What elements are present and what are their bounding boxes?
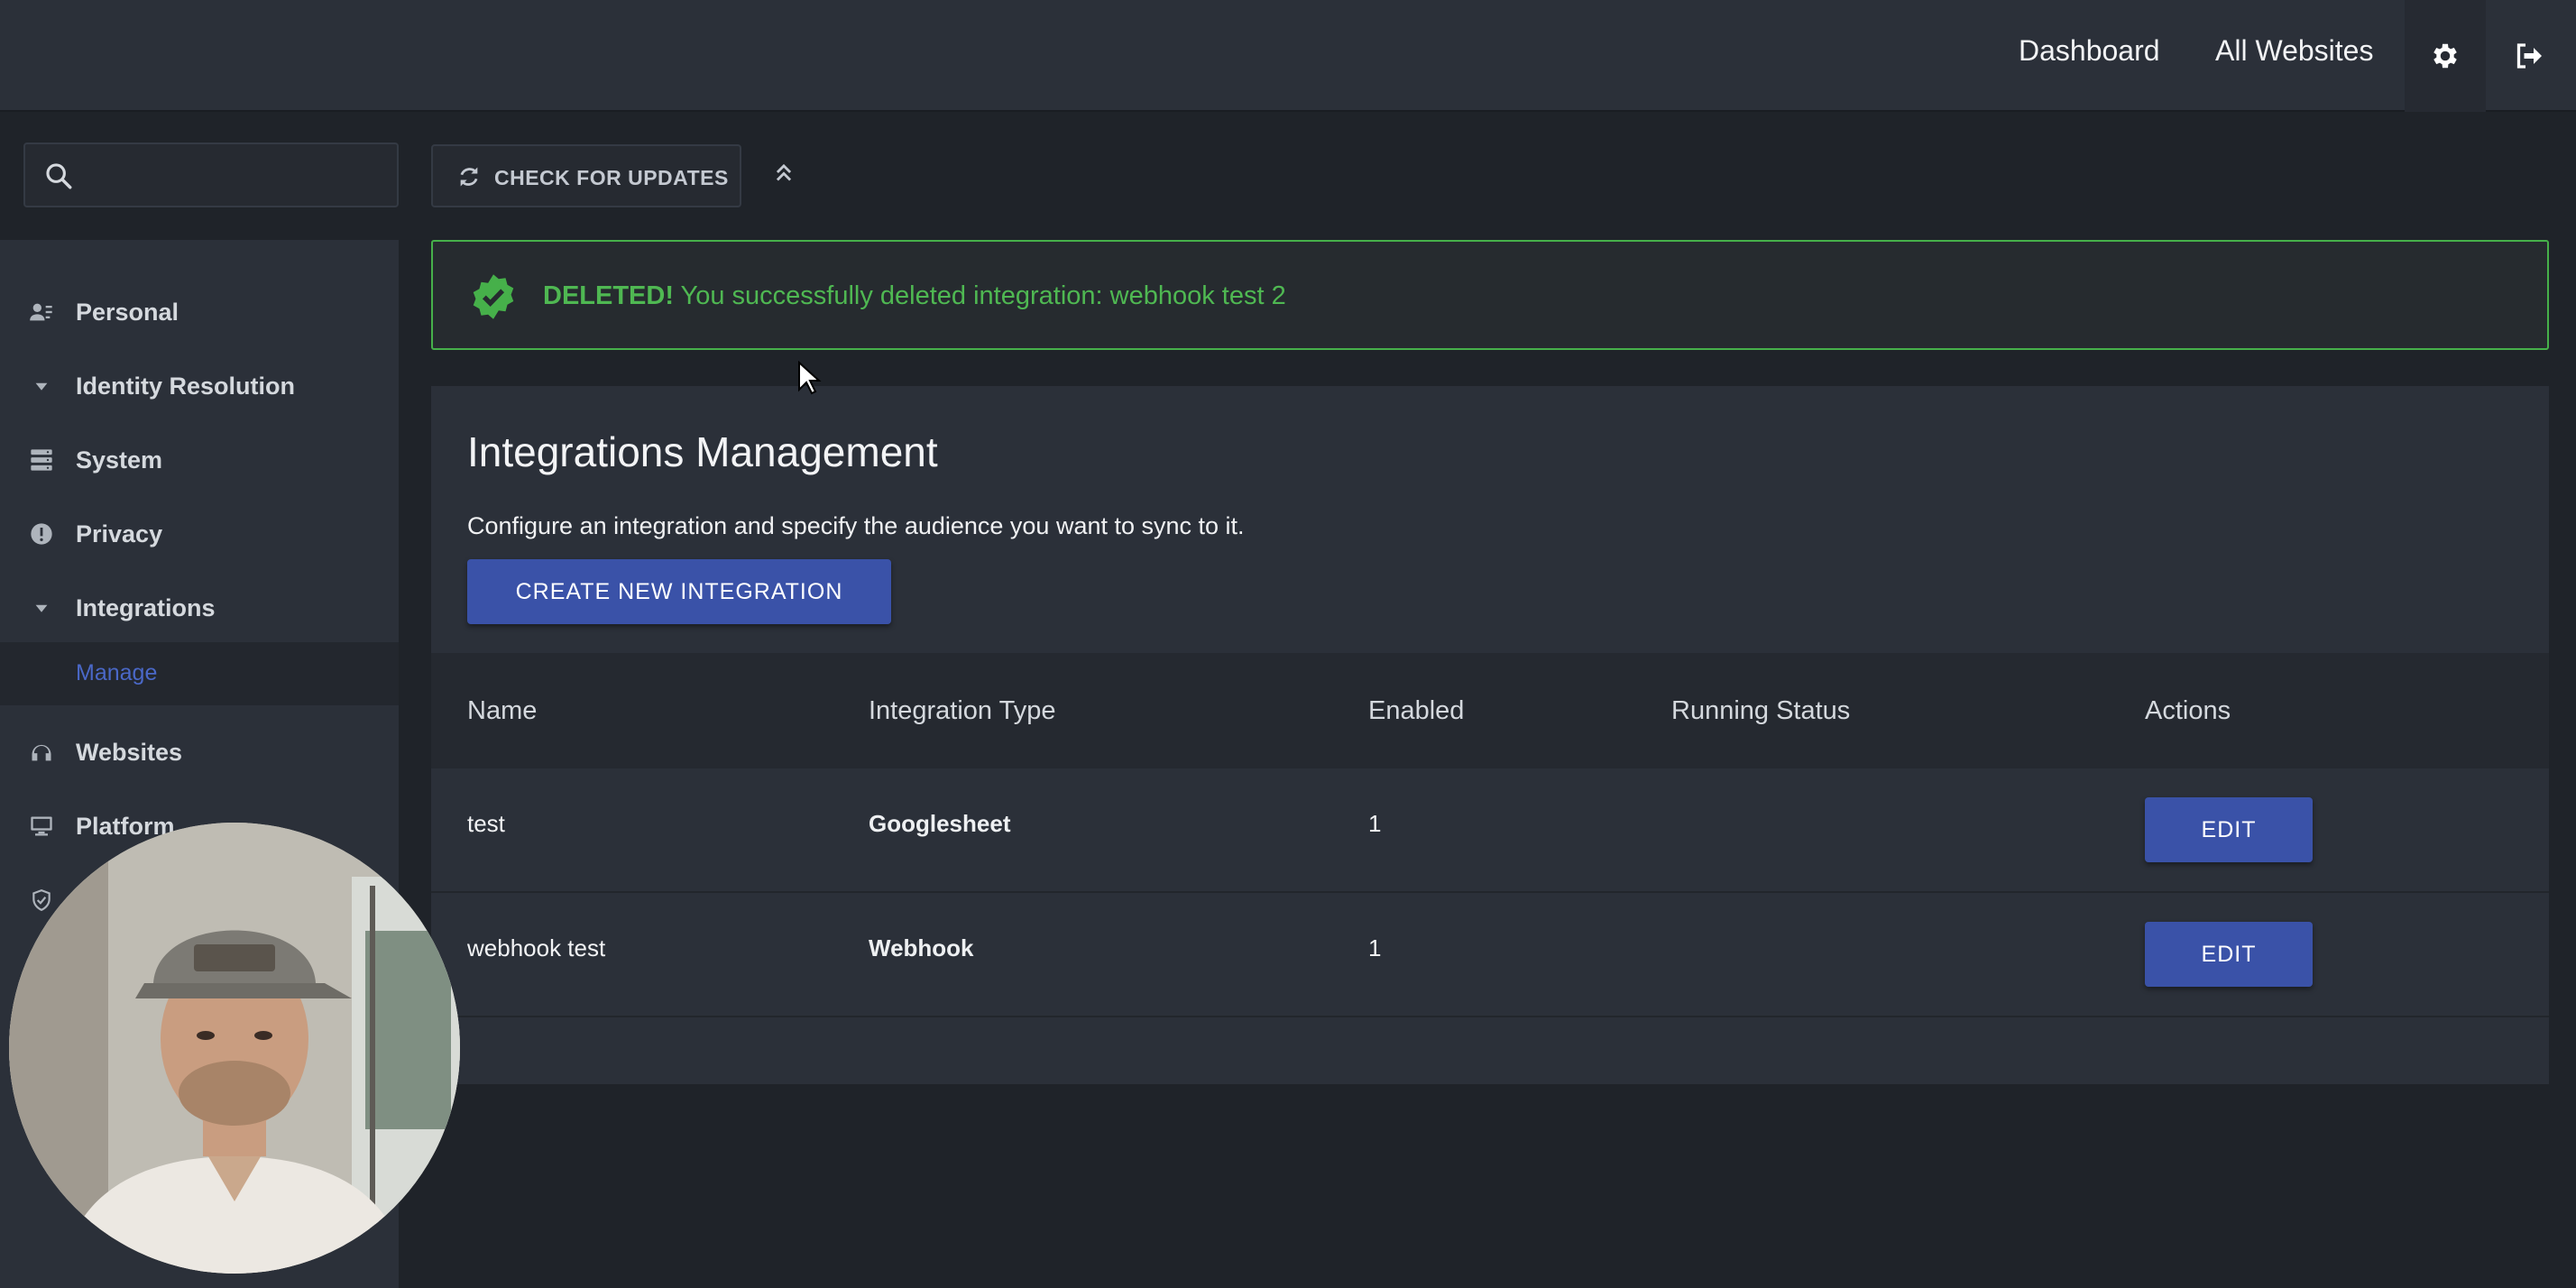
collapse-button[interactable] — [768, 157, 799, 188]
logout-icon — [2516, 43, 2542, 69]
check-for-updates-label: CHECK FOR UPDATES — [494, 166, 729, 189]
create-integration-button[interactable]: CREATE NEW INTEGRATION — [467, 559, 891, 624]
shield-check-icon — [27, 886, 56, 915]
nav-dashboard-link[interactable]: Dashboard — [2019, 34, 2160, 68]
column-header-name: Name — [467, 696, 538, 725]
success-alert: DELETED! You successfully deleted integr… — [431, 240, 2549, 350]
info-circle-icon — [27, 520, 56, 548]
sidebar-item-integrations[interactable]: Integrations — [0, 581, 399, 635]
alert-strong: DELETED! — [543, 281, 674, 310]
refresh-icon — [460, 167, 478, 187]
caret-down-icon — [27, 372, 56, 400]
user-card-icon — [27, 298, 56, 327]
settings-button[interactable] — [2405, 0, 2486, 112]
sidebar-item-label: Integrations — [76, 593, 216, 621]
webcam-overlay — [9, 823, 460, 1274]
edit-button[interactable]: EDIT — [2145, 922, 2313, 987]
sidebar-subitem-label: Manage — [76, 660, 158, 685]
headset-icon — [27, 738, 56, 767]
mouse-cursor-icon — [798, 361, 822, 395]
table-footer — [431, 1017, 2549, 1084]
sidebar-item-identity-resolution[interactable]: Identity Resolution — [0, 359, 399, 413]
sidebar-item-label: Identity Resolution — [76, 372, 295, 400]
column-header-type: Integration Type — [869, 696, 1056, 725]
sidebar-item-label: System — [76, 446, 163, 474]
search-icon — [46, 163, 72, 189]
server-icon — [27, 446, 56, 474]
search-field[interactable] — [23, 143, 399, 207]
sidebar-item-websites[interactable]: Websites — [0, 725, 399, 779]
monitor-icon — [27, 812, 56, 841]
sidebar-item-label: Personal — [76, 298, 179, 326]
cell-type: Googlesheet — [869, 810, 1011, 837]
gear-icon — [2433, 43, 2457, 69]
top-navbar: Dashboard All Websites — [0, 0, 2576, 112]
caret-down-icon — [27, 593, 56, 622]
cell-type: Webhook — [869, 934, 974, 961]
column-header-enabled: Enabled — [1368, 696, 1465, 725]
cell-name: test — [467, 810, 505, 837]
alert-text: You successfully deleted integration: we… — [674, 281, 1286, 310]
integrations-card: Integrations Management Configure an int… — [431, 386, 2549, 1084]
sidebar-item-label: Privacy — [76, 520, 163, 547]
table-row: test Googlesheet 1 EDIT — [431, 768, 2549, 893]
cell-enabled: 1 — [1368, 810, 1382, 837]
logout-button[interactable] — [2488, 0, 2569, 112]
alert-message: DELETED! You successfully deleted integr… — [543, 281, 1286, 311]
column-header-actions: Actions — [2145, 696, 2231, 725]
sidebar-item-label: Websites — [76, 738, 183, 766]
column-header-status: Running Status — [1671, 696, 1851, 725]
sidebar-subitem-manage[interactable]: Manage — [0, 642, 399, 705]
cell-enabled: 1 — [1368, 934, 1382, 961]
table-header: Name Integration Type Enabled Running St… — [431, 653, 2549, 768]
edit-button[interactable]: EDIT — [2145, 797, 2313, 862]
double-chevron-up-icon — [776, 163, 792, 181]
cell-name: webhook test — [467, 934, 606, 961]
nav-all-websites-link[interactable]: All Websites — [2215, 34, 2373, 68]
page-description: Configure an integration and specify the… — [467, 512, 1245, 539]
check-for-updates-button[interactable]: CHECK FOR UPDATES — [431, 144, 741, 207]
sidebar-item-system[interactable]: System — [0, 433, 399, 487]
page-title: Integrations Management — [467, 428, 938, 475]
sidebar-item-privacy[interactable]: Privacy — [0, 507, 399, 561]
sidebar-item-personal[interactable]: Personal — [0, 285, 399, 339]
verified-badge-icon — [473, 274, 514, 319]
table-row: webhook test Webhook 1 EDIT — [431, 893, 2549, 1017]
search-input[interactable] — [88, 155, 386, 195]
presenter-video-image — [9, 823, 460, 1274]
